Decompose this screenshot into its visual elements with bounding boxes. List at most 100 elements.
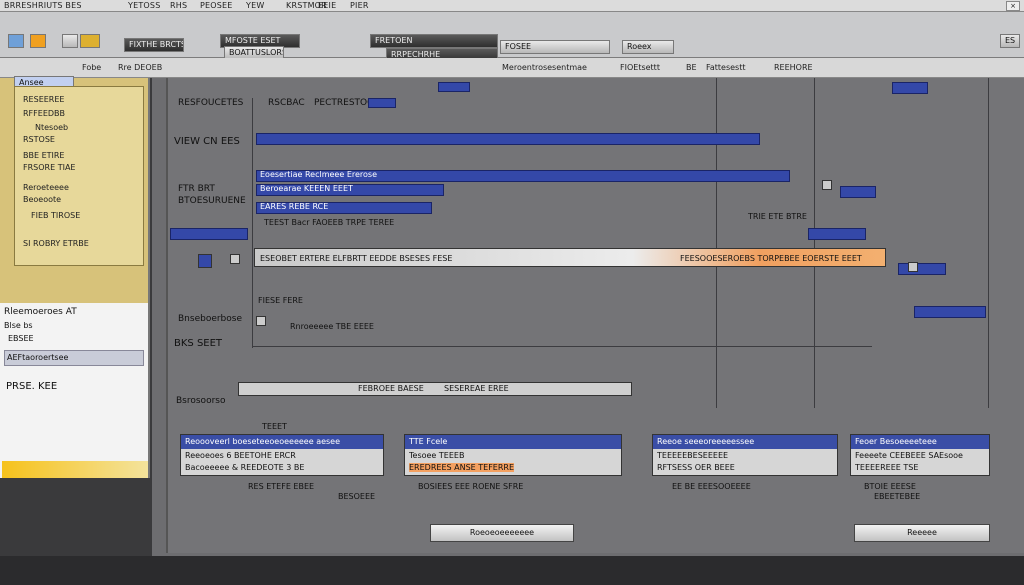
status-bar (0, 556, 1024, 585)
ribbon-item[interactable]: Fobe (82, 63, 101, 72)
action-button[interactable]: Roeoeoeeeeeee (430, 524, 574, 542)
task-label: Eoesertiae Reclmeee Ererose (260, 170, 378, 179)
ribbon: Fobe Rre DEOEB Meroentrosesentmae FIOEts… (0, 58, 1024, 78)
panel-header[interactable]: AEFtaoroertsee (4, 350, 144, 366)
card-title: Reoooveerl boeseteeoeoeeeeee aesee (181, 435, 383, 449)
list-item[interactable]: RESEEREE (23, 95, 64, 104)
row-label: BKS SEET (174, 338, 223, 349)
panel-sub: EBSEE (8, 334, 34, 343)
title-item[interactable]: PIER (350, 1, 369, 10)
header-text: RSCBAC (268, 98, 305, 108)
panel-title: Rleemoeroes AT (4, 307, 77, 317)
group-bar-label: FEBROEE BAESE (358, 384, 424, 393)
task-bar[interactable] (170, 228, 248, 240)
dependency-icon[interactable] (822, 180, 832, 190)
card-row: TEEEEREEE TSE (855, 463, 919, 472)
card-foot: BESOEEE (338, 492, 376, 501)
guide-line (988, 78, 989, 408)
title-app-name: BRRESHRIUTS BES (4, 1, 82, 10)
row-label: BTOESURUENE (178, 196, 246, 206)
diagram-area: RESFOUCETES VIEW CN EES FTR BRT BTOESURU… (166, 78, 1024, 553)
header-tag[interactable] (892, 82, 928, 94)
card-row: TEEEEEBESEEEEE (657, 451, 729, 460)
task-bar[interactable] (840, 186, 876, 198)
card-foot: EBEETEBEE (874, 492, 921, 501)
panel-sub: Blse bs (4, 321, 33, 330)
guide-line (814, 78, 815, 408)
folder-icon[interactable] (8, 34, 24, 48)
dependency-icon[interactable] (908, 262, 918, 272)
diagram-canvas[interactable]: RESFOUCETES VIEW CN EES FTR BRT BTOESURU… (152, 78, 1024, 556)
ribbon-item[interactable]: Rre DEOEB (118, 63, 162, 72)
left-panel-list: RESEEREE RFFEEDBB Ntesoeb RSTOSE BBE ETI… (14, 86, 144, 266)
list-item[interactable]: Reroeteeee (23, 183, 69, 192)
print-icon[interactable] (62, 34, 78, 48)
list-item[interactable]: FRSORE TIAE (23, 163, 75, 172)
detail-card[interactable]: Feoer Besoeeeeteee Feeeete CEEBEEE SAEso… (850, 434, 990, 476)
dependency-icon[interactable] (256, 316, 266, 326)
file-icon[interactable] (30, 34, 46, 48)
ribbon-item[interactable]: REEHORE (774, 63, 813, 72)
detail-card[interactable]: Reeoe seeeoreeeeessee TEEEEEBESEEEEE RFT… (652, 434, 838, 476)
title-item[interactable]: RHS (170, 1, 187, 10)
card-row: Bacoeeeee & REEDEOTE 3 BE (185, 463, 305, 472)
toolbar-button[interactable]: FIXTHE BRCTSE SEIT (124, 38, 184, 52)
task-text: Rnroeeeee TBE EEEE (290, 322, 374, 331)
title-item[interactable]: YETOSS (128, 1, 160, 10)
toolbar-button[interactable]: FOSEE (500, 40, 610, 54)
image-icon[interactable] (80, 34, 100, 48)
card-foot: BTOIE EEESE (864, 482, 916, 491)
toolbar-button[interactable]: FRETOEN (370, 34, 498, 48)
detail-card[interactable]: Reoooveerl boeseteeoeoeeeeee aesee Reeoe… (180, 434, 384, 476)
list-item[interactable]: BBE ETIRE (23, 151, 65, 160)
task-bar[interactable] (256, 133, 760, 145)
card-foot: BOSIEES EEE ROENE SFRE (418, 482, 524, 491)
list-item[interactable]: FIEB TIROSE (31, 211, 80, 220)
task-label: Beroearae KEEEN EEET (260, 184, 353, 193)
toolbar: FIXTHE BRCTSE SEIT MFOSTE ESET BOATTUSLO… (0, 12, 1024, 62)
card-title: Feoer Besoeeeeteee (851, 435, 989, 449)
properties-panel: Rleemoeroes AT Blse bs EBSEE AEFtaoroert… (0, 303, 150, 478)
row-label: Bsrosoorso (176, 396, 226, 406)
dependency-icon[interactable] (198, 254, 212, 268)
group-bar[interactable] (238, 382, 632, 396)
header-tag[interactable] (438, 82, 470, 92)
list-item[interactable]: SI ROBRY ETRBE (23, 239, 89, 248)
dependency-icon[interactable] (230, 254, 240, 264)
list-item[interactable]: Beoeoote (23, 195, 61, 204)
card-foot: RES ETEFE EBEE (248, 482, 315, 491)
task-bar[interactable] (898, 263, 946, 275)
detail-card[interactable]: TTE Fcele Tesoee TEEEB EREDREES ANSE TEF… (404, 434, 622, 476)
task-text: TEEST Bacr FAOEEB TRPE TEREE (264, 218, 395, 227)
title-item[interactable]: PEOSEE (200, 1, 233, 10)
group-bar-label: SESEREAE EREE (444, 384, 509, 393)
row-label: VIEW CN EES (174, 136, 240, 147)
toolbar-button[interactable]: ES (1000, 34, 1020, 48)
list-item[interactable]: RSTOSE (23, 135, 55, 144)
action-button[interactable]: Reeeee (854, 524, 990, 542)
ribbon-item[interactable]: FIOEtsettt (620, 63, 660, 72)
list-item[interactable]: RFFEEDBB (23, 109, 65, 118)
header-tag[interactable] (368, 98, 396, 108)
ribbon-item[interactable]: Meroentrosesentmae (502, 63, 587, 72)
guide-line (252, 98, 253, 348)
card-row: Tesoee TEEEB (409, 451, 465, 460)
title-item[interactable]: YEW (246, 1, 264, 10)
task-text: TRIE ETE BTRE (748, 212, 807, 221)
task-bar[interactable] (808, 228, 866, 240)
list-item[interactable]: Ntesoeb (35, 123, 68, 132)
card-foot: EE BE EEESOOEEEE (672, 482, 751, 491)
task-bar[interactable] (914, 306, 986, 318)
group-bar-label: TEEET (262, 422, 287, 431)
title-item[interactable]: EEIE (318, 1, 336, 10)
card-title: Reeoe seeeoreeeeessee (653, 435, 837, 449)
ribbon-item[interactable]: BE (686, 63, 697, 72)
ribbon-item[interactable]: Fattesestt (706, 63, 746, 72)
title-bar: BRRESHRIUTS BES YETOSS RHS PEOSEE YEW KR… (0, 0, 1024, 12)
card-row: EREDREES ANSE TEFERRE (409, 463, 515, 472)
toolbar-button[interactable]: Roeex (622, 40, 674, 54)
panel-item[interactable]: PRSE. KEE (6, 381, 57, 392)
close-icon[interactable]: × (1006, 1, 1020, 11)
card-row: Feeeete CEEBEEE SAEsooe (855, 451, 963, 460)
status-strip (2, 461, 148, 478)
